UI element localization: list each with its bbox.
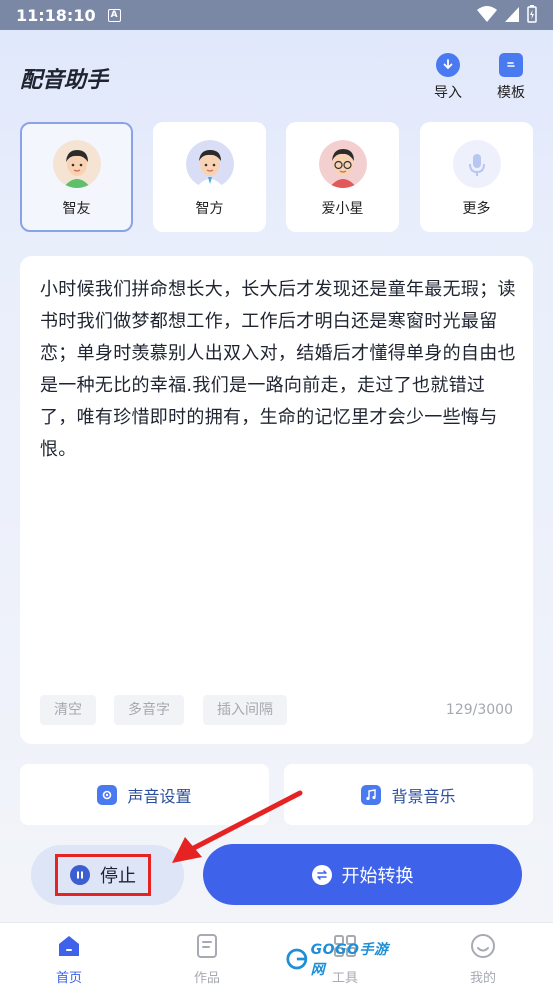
status-bar: 11:18:10 A [0, 0, 553, 30]
voice-card-more[interactable]: 更多 [420, 122, 533, 232]
watermark-text: GOGO手游网 [310, 942, 389, 978]
nav-label: 我的 [469, 971, 496, 984]
status-icons [477, 5, 537, 23]
home-icon [59, 936, 79, 956]
stop-highlight-box: 停止 [55, 854, 151, 896]
nav-label: 作品 [193, 971, 220, 984]
nav-works[interactable]: 作品 [177, 933, 237, 984]
background-music-label: 背景音乐 [391, 786, 456, 806]
voice-card-aixiaoxing[interactable]: 爱小星 [286, 122, 399, 232]
document-icon [197, 934, 217, 958]
page-title: 配音助手 [20, 68, 109, 93]
nav-label: 首页 [55, 971, 82, 984]
character-counter: 129/3000 [445, 702, 513, 718]
convert-icon [311, 864, 332, 885]
voice-name: 更多 [462, 201, 491, 217]
settings-icon [97, 784, 118, 805]
text-input[interactable]: 小时候我们拼命想长大，长大后才发现还是童年最无瑕；读书时我们做梦都想工作，工作后… [40, 274, 518, 466]
import-button[interactable]: 导入 [428, 53, 468, 102]
watermark-icon [286, 948, 308, 970]
signal-icon [505, 7, 519, 22]
template-button[interactable]: 模板 [491, 53, 531, 102]
voice-name: 智方 [195, 201, 224, 217]
nav-home[interactable]: 首页 [39, 933, 99, 984]
template-label: 模板 [497, 85, 525, 101]
voice-name: 爱小星 [321, 201, 364, 217]
pause-icon [70, 865, 90, 885]
polyphone-button[interactable]: 多音字 [114, 695, 184, 725]
start-convert-label: 开始转换 [341, 865, 414, 887]
wifi-icon [477, 6, 497, 22]
voice-card-zhiyou[interactable]: 智友 [20, 122, 133, 232]
notification-a-icon: A [107, 8, 121, 22]
text-editor-panel: 小时候我们拼命想长大，长大后才发现还是童年最无瑕；读书时我们做梦都想工作，工作后… [20, 256, 533, 744]
avatar [318, 140, 367, 188]
background-music-button[interactable]: 背景音乐 [284, 764, 533, 825]
start-convert-button[interactable]: 开始转换 [203, 844, 522, 905]
status-time: 11:18:10 [16, 5, 96, 25]
battery-icon [527, 5, 537, 23]
voice-card-zhifang[interactable]: 智方 [153, 122, 266, 232]
smile-icon [471, 934, 495, 958]
voice-name: 智友 [62, 201, 91, 217]
bottom-nav: 首页 作品 工具 我的 [0, 922, 553, 984]
watermark-logo: GOGO手游网 [286, 942, 394, 978]
template-icon [499, 53, 523, 77]
nav-profile[interactable]: 我的 [453, 933, 513, 984]
stop-label: 停止 [100, 866, 136, 887]
import-label: 导入 [434, 85, 462, 101]
avatar [185, 140, 234, 188]
music-icon [361, 784, 382, 805]
insert-pause-button[interactable]: 插入间隔 [203, 695, 287, 725]
clear-button[interactable]: 清空 [40, 695, 96, 725]
download-icon [436, 53, 460, 77]
microphone-icon [452, 140, 501, 188]
avatar [52, 140, 101, 188]
